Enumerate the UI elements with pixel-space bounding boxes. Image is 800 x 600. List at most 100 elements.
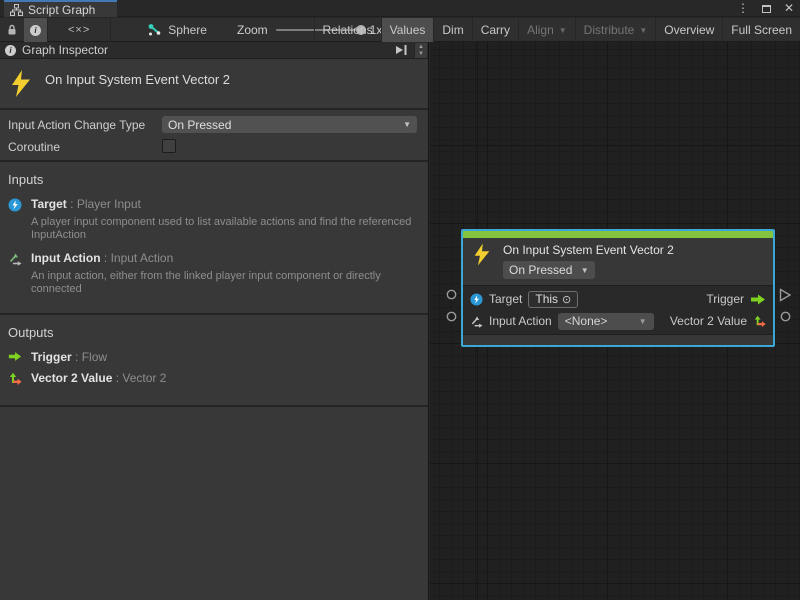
graph-inspector-header: i Graph Inspector ▲ ▼	[0, 42, 428, 59]
port-separator: :	[67, 197, 77, 211]
values-button[interactable]: Values	[381, 18, 434, 42]
vector2-port-label: Vector 2 Value	[670, 314, 747, 328]
align-dropdown-button[interactable]: Align▼	[518, 18, 575, 42]
event-node[interactable]: On Input System Event Vector 2 On Presse…	[461, 229, 775, 347]
outputs-section: Outputs Trigger : Flow Vector 2 Value : …	[0, 315, 428, 407]
input-action-icon	[8, 252, 22, 266]
port-name: Trigger	[31, 350, 72, 364]
graph-breadcrumb[interactable]: Sphere	[147, 23, 207, 37]
zoom-label: Zoom	[237, 23, 268, 37]
outputs-heading: Outputs	[8, 325, 420, 340]
dim-button[interactable]: Dim	[433, 18, 471, 42]
window-titlebar: Script Graph ⋮ ✕	[0, 0, 800, 17]
input-action-icon	[470, 315, 483, 328]
node-row-target: Target This ⊙ Trigger	[463, 288, 773, 310]
info-icon: i	[5, 45, 16, 56]
window-maximize-icon[interactable]	[762, 5, 771, 13]
unity-script-graph-window: Script Graph ⋮ ✕ i <×>	[0, 0, 800, 600]
port-type: Player Input	[77, 197, 141, 211]
input-action-dropdown[interactable]: <None> ▼	[558, 313, 654, 330]
relations-button[interactable]: Relations	[314, 18, 381, 42]
graph-name-label: Sphere	[168, 23, 207, 37]
carry-button[interactable]: Carry	[472, 18, 518, 42]
node-mode-dropdown[interactable]: On Pressed ▼	[503, 261, 595, 279]
inputs-heading: Inputs	[8, 172, 420, 187]
full-screen-button[interactable]: Full Screen	[722, 18, 800, 42]
event-lightning-icon	[473, 243, 491, 266]
flow-arrow-icon	[750, 294, 766, 305]
player-input-icon	[8, 198, 22, 212]
flow-arrow-icon	[8, 351, 22, 362]
dock-panel-icon[interactable]	[395, 44, 408, 56]
port-name: Vector 2 Value	[31, 371, 112, 385]
target-object-field[interactable]: This ⊙	[528, 291, 578, 308]
inspector-scrollbar[interactable]: ▲ ▼	[414, 43, 427, 58]
chevron-down-icon: ▼	[559, 26, 567, 35]
tab-script-graph[interactable]: Script Graph	[4, 0, 117, 17]
change-type-dropdown[interactable]: On Pressed ▼	[162, 116, 417, 133]
event-node-body: Target This ⊙ Trigger	[463, 285, 773, 334]
event-node-header[interactable]: On Input System Event Vector 2 On Presse…	[463, 238, 773, 285]
graph-hierarchy-icon	[10, 4, 23, 16]
port-type: Input Action	[111, 251, 174, 265]
port-type: Flow	[82, 350, 107, 364]
lock-button[interactable]	[0, 18, 24, 42]
list-item: Target : Player Input	[8, 197, 420, 212]
lock-icon	[6, 24, 18, 36]
graph-toolbar: i <×> Sphere Zoom 1x	[0, 18, 800, 42]
coroutine-checkbox[interactable]	[162, 139, 176, 153]
graph-inspector-title: Graph Inspector	[22, 43, 108, 57]
window-close-icon[interactable]: ✕	[784, 0, 794, 17]
port-separator: :	[112, 371, 122, 385]
tab-label: Script Graph	[28, 3, 95, 17]
scroll-down-icon[interactable]: ▼	[418, 51, 424, 58]
port-separator: :	[101, 251, 111, 265]
script-graph-icon	[147, 23, 162, 37]
inspector-node-title: On Input System Event Vector 2	[45, 72, 230, 87]
overview-button[interactable]: Overview	[655, 18, 722, 42]
scroll-up-icon[interactable]: ▲	[418, 44, 424, 51]
inputs-section: Inputs Target : Player Input A player in…	[0, 162, 428, 315]
event-node-accent-bar	[463, 231, 773, 238]
port-separator: :	[72, 350, 82, 364]
node-settings-block: Input Action Change Type On Pressed ▼ Co…	[0, 110, 428, 162]
code-preview-button[interactable]: <×>	[48, 18, 110, 42]
info-icon: i	[30, 25, 41, 36]
chevron-down-icon: ▼	[581, 266, 589, 275]
port-name: Input Action	[31, 251, 101, 265]
input-action-input-port[interactable]	[446, 311, 457, 322]
event-node-footer	[463, 334, 773, 345]
code-icon: <×>	[54, 24, 104, 36]
port-description: A player input component used to list av…	[31, 216, 425, 242]
object-picker-icon[interactable]: ⊙	[562, 293, 571, 306]
vector2-icon	[753, 315, 766, 328]
node-title: On Input System Event Vector 2	[503, 243, 674, 257]
list-item: Input Action : Input Action	[8, 251, 420, 266]
graph-inspector-panel: i Graph Inspector ▲ ▼ On Input System Ev…	[0, 42, 429, 600]
port-name: Target	[31, 197, 67, 211]
trigger-port-label: Trigger	[706, 292, 744, 306]
vector2-output-port[interactable]	[780, 311, 791, 322]
list-item: Trigger : Flow	[8, 350, 420, 364]
port-description: An input action, either from the linked …	[31, 270, 425, 296]
list-item: Vector 2 Value : Vector 2	[8, 371, 420, 386]
node-inspector-title-block: On Input System Event Vector 2	[0, 59, 428, 110]
toolbar-separator	[110, 18, 111, 42]
node-row-input-action: Input Action <None> ▼ Vector 2 Value	[463, 310, 773, 332]
chevron-down-icon: ▼	[639, 26, 647, 35]
chevron-down-icon: ▼	[403, 120, 411, 129]
graph-canvas[interactable]: On Input System Event Vector 2 On Presse…	[430, 42, 800, 600]
port-type: Vector 2	[122, 371, 166, 385]
distribute-dropdown-button[interactable]: Distribute▼	[575, 18, 656, 42]
target-port-label: Target	[489, 292, 522, 306]
coroutine-label: Coroutine	[8, 140, 60, 154]
trigger-output-port[interactable]	[779, 288, 792, 302]
target-input-port[interactable]	[446, 289, 457, 300]
window-menu-icon[interactable]: ⋮	[737, 0, 749, 17]
inspector-toggle-button[interactable]: i	[24, 18, 47, 42]
event-lightning-icon	[10, 70, 32, 97]
chevron-down-icon: ▼	[639, 317, 647, 326]
input-action-port-label: Input Action	[489, 314, 552, 328]
vector2-icon	[8, 372, 22, 386]
player-input-icon	[470, 293, 483, 306]
